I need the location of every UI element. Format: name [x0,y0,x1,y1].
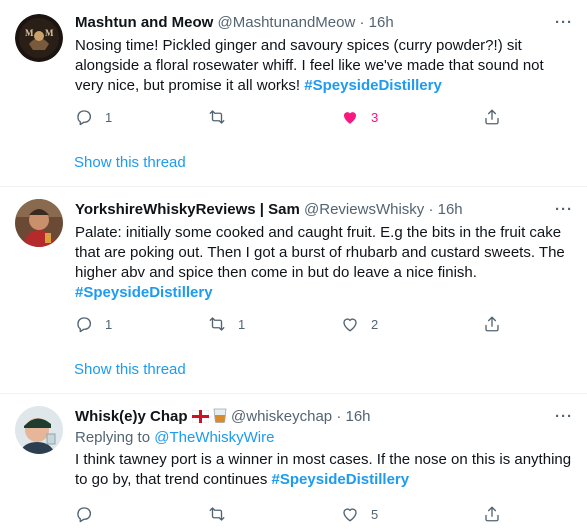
reply-button[interactable] [75,503,105,525]
avatar-mashtun-image: M M [15,14,63,62]
action-bar: 1 3 [75,106,505,128]
reply-button[interactable]: 1 [75,313,112,335]
display-name[interactable]: Whisk(e)y Chap [75,408,188,425]
share-icon [485,506,499,522]
timestamp[interactable]: 16h [438,201,463,218]
share-icon [485,316,499,332]
like-button[interactable]: 3 [341,106,378,128]
hashtag-link[interactable]: #SpeysideDistillery [75,284,213,301]
show-thread-link[interactable]: Show this thread [74,153,186,173]
reply-button[interactable]: 1 [75,106,112,128]
avatar[interactable] [15,406,63,454]
retweet-icon [209,110,225,124]
tweet-header: Mashtun and Meow @MashtunandMeow · 16h ·… [75,13,575,33]
retweet-count: 1 [238,316,246,332]
separator-dot: · [336,408,342,425]
like-icon [343,508,357,522]
retweet-icon [209,317,225,331]
svg-text:M: M [25,28,34,38]
show-thread-link[interactable]: Show this thread [74,360,186,380]
share-button[interactable] [483,106,501,128]
england-flag-icon [191,409,209,429]
tweet-yorkshire[interactable]: YorkshireWhiskyReviews | Sam @ReviewsWhi… [0,187,587,393]
separator-dot: · [428,201,434,218]
reply-count: 1 [105,109,113,125]
whisky-glass-icon [213,408,227,429]
avatar[interactable] [15,199,63,247]
retweet-icon [209,507,225,521]
more-icon[interactable]: ··· [555,13,573,33]
hashtag-link[interactable]: #SpeysideDistillery [272,471,410,488]
display-name[interactable]: Mashtun and Meow [75,14,213,31]
like-icon [344,112,356,124]
tweet-text: I think tawney port is a winner in most … [75,450,575,490]
retweet-button[interactable]: 1 [208,313,245,335]
avatar-whiskeychap-image [15,406,63,454]
more-icon[interactable]: ··· [555,200,573,220]
timestamp[interactable]: 16h [345,408,370,425]
tweet-header: Whisk(e)y Chap @whiskeychap · 16h ··· [75,407,575,427]
reply-count: 1 [105,316,113,332]
replying-to-link[interactable]: @TheWhiskyWire [154,429,274,446]
tweet-text: Palate: initially some cooked and caught… [75,223,575,303]
reply-icon [77,110,91,126]
more-icon[interactable]: ··· [555,407,573,427]
reply-icon [77,317,91,333]
hashtag-link[interactable]: #SpeysideDistillery [304,77,442,94]
tweet-mashtun[interactable]: M M Mashtun and Meow @MashtunandMeow · 1… [0,0,587,186]
tweet-header: YorkshireWhiskyReviews | Sam @ReviewsWhi… [75,200,575,220]
user-handle[interactable]: @ReviewsWhisky [304,201,424,218]
reply-icon [77,507,91,523]
retweet-button[interactable] [208,106,238,128]
retweet-button[interactable] [208,503,238,525]
tweet-text: Nosing time! Pickled ginger and savoury … [75,36,575,96]
like-count: 3 [371,109,379,125]
like-button[interactable]: 5 [341,503,378,525]
replying-to: Replying to @TheWhiskyWire [75,428,575,448]
replying-prefix: Replying to [75,429,155,446]
tweet-body: Palate: initially some cooked and caught… [75,224,565,281]
display-name[interactable]: YorkshireWhiskyReviews | Sam [75,201,300,218]
action-bar: 1 1 2 [75,313,505,335]
like-button[interactable]: 2 [341,313,378,335]
like-count: 2 [371,316,379,332]
share-button[interactable] [483,503,501,525]
user-handle[interactable]: @MashtunandMeow [218,14,356,31]
avatar[interactable]: M M [15,14,63,62]
tweet-whiskeychap[interactable]: Whisk(e)y Chap @whiskeychap · 16h ··· Re… [0,394,587,530]
share-icon [485,109,499,125]
avatar-yorkshire-image [15,199,63,247]
timestamp[interactable]: 16h [369,14,394,31]
user-handle[interactable]: @whiskeychap [231,408,332,425]
share-button[interactable] [483,313,501,335]
separator-dot: · [359,14,365,31]
like-count: 5 [371,506,379,522]
svg-text:M: M [45,28,54,38]
action-bar: 5 [75,503,505,525]
like-icon [343,318,357,332]
